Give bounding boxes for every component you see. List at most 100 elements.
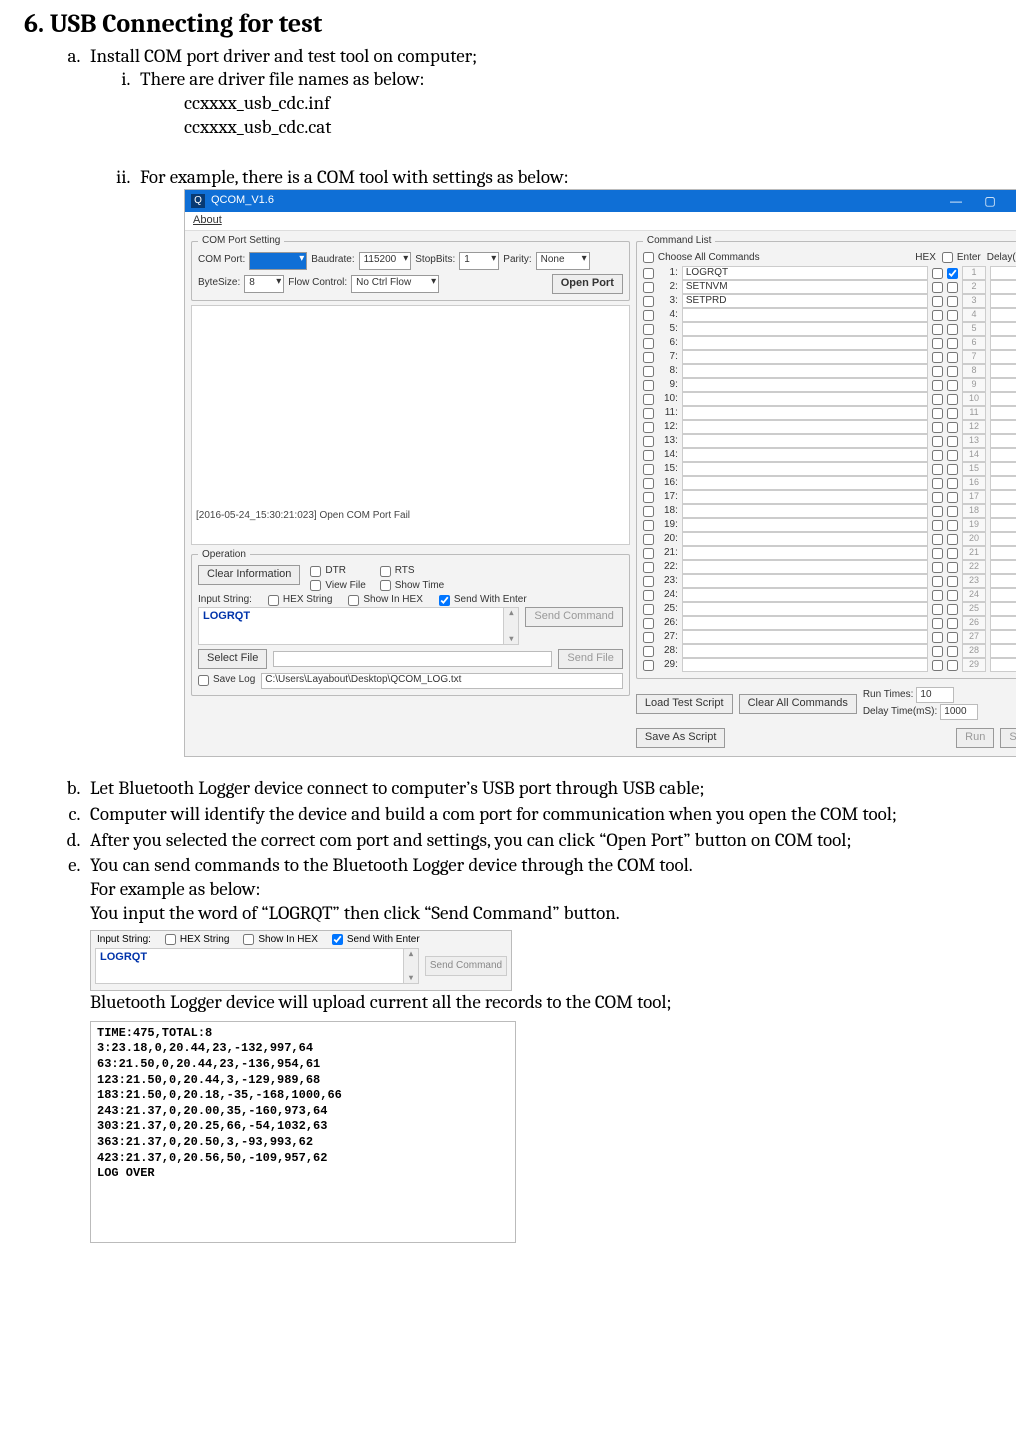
row-index-button[interactable]: 4 xyxy=(962,308,986,322)
row-index-button[interactable]: 6 xyxy=(962,336,986,350)
scrollbar[interactable]: ▴▾ xyxy=(403,949,418,983)
row-select-checkbox[interactable] xyxy=(643,548,654,559)
command-field[interactable] xyxy=(682,574,928,588)
baudrate-select[interactable]: 115200 xyxy=(359,252,412,270)
command-field[interactable] xyxy=(682,658,928,672)
delay-field[interactable] xyxy=(990,336,1016,350)
enter-checkbox[interactable] xyxy=(947,450,958,461)
command-field[interactable]: SETNVM xyxy=(682,280,928,294)
hex-checkbox[interactable] xyxy=(932,296,943,307)
row-select-checkbox[interactable] xyxy=(643,268,654,279)
row-index-button[interactable]: 14 xyxy=(962,448,986,462)
enter-checkbox[interactable] xyxy=(947,604,958,615)
command-field[interactable] xyxy=(682,378,928,392)
row-select-checkbox[interactable] xyxy=(643,450,654,461)
row-index-button[interactable]: 2 xyxy=(962,280,986,294)
row-select-checkbox[interactable] xyxy=(643,660,654,671)
command-field[interactable] xyxy=(682,532,928,546)
enter-checkbox[interactable] xyxy=(947,282,958,293)
command-field[interactable] xyxy=(682,406,928,420)
hex-checkbox[interactable] xyxy=(932,450,943,461)
row-index-button[interactable]: 28 xyxy=(962,644,986,658)
delay-field[interactable] xyxy=(990,392,1016,406)
command-field[interactable] xyxy=(682,588,928,602)
row-select-checkbox[interactable] xyxy=(643,478,654,489)
hex-checkbox[interactable] xyxy=(932,324,943,335)
row-select-checkbox[interactable] xyxy=(643,394,654,405)
row-select-checkbox[interactable] xyxy=(643,632,654,643)
hex-checkbox[interactable] xyxy=(932,604,943,615)
close-button[interactable]: ✕ xyxy=(1007,190,1016,212)
hex-checkbox[interactable] xyxy=(932,548,943,559)
delay-field[interactable] xyxy=(990,266,1016,280)
delay-field[interactable] xyxy=(990,644,1016,658)
row-index-button[interactable]: 10 xyxy=(962,392,986,406)
row-select-checkbox[interactable] xyxy=(643,352,654,363)
hex-checkbox[interactable] xyxy=(932,492,943,503)
command-field[interactable] xyxy=(682,308,928,322)
hex-checkbox[interactable] xyxy=(932,352,943,363)
hex-checkbox[interactable] xyxy=(932,562,943,573)
menu-about[interactable]: About xyxy=(193,214,222,226)
row-index-button[interactable]: 18 xyxy=(962,504,986,518)
hex-checkbox[interactable] xyxy=(932,366,943,377)
hex-checkbox[interactable] xyxy=(932,618,943,629)
choose-all-checkbox[interactable]: Choose All Commands xyxy=(643,252,760,265)
enter-checkbox[interactable] xyxy=(947,366,958,377)
showhex-checkbox[interactable]: Show In HEX xyxy=(243,934,317,947)
bytesize-select[interactable]: 8 xyxy=(244,275,284,293)
dtr-checkbox[interactable]: DTR xyxy=(310,565,365,578)
enter-checkbox[interactable] xyxy=(947,492,958,503)
row-select-checkbox[interactable] xyxy=(643,436,654,447)
hex-checkbox[interactable] xyxy=(932,464,943,475)
select-file-button[interactable]: Select File xyxy=(198,649,267,669)
clear-all-commands-button[interactable]: Clear All Commands xyxy=(739,694,857,714)
hex-checkbox[interactable] xyxy=(932,646,943,657)
row-index-button[interactable]: 11 xyxy=(962,406,986,420)
send-command-button[interactable]: Send Command xyxy=(525,607,623,627)
open-port-button[interactable]: Open Port xyxy=(552,274,623,294)
row-select-checkbox[interactable] xyxy=(643,310,654,321)
enter-checkbox[interactable] xyxy=(947,646,958,657)
enter-checkbox[interactable] xyxy=(947,548,958,559)
row-index-button[interactable]: 29 xyxy=(962,658,986,672)
viewfile-checkbox[interactable]: View File xyxy=(310,580,365,593)
delay-field[interactable] xyxy=(990,406,1016,420)
delay-field[interactable] xyxy=(990,378,1016,392)
delay-field[interactable] xyxy=(990,448,1016,462)
row-index-button[interactable]: 24 xyxy=(962,588,986,602)
row-select-checkbox[interactable] xyxy=(643,576,654,587)
row-index-button[interactable]: 20 xyxy=(962,532,986,546)
hex-checkbox[interactable] xyxy=(932,506,943,517)
command-field[interactable] xyxy=(682,392,928,406)
delay-field[interactable] xyxy=(990,602,1016,616)
delay-field[interactable] xyxy=(990,588,1016,602)
row-select-checkbox[interactable] xyxy=(643,646,654,657)
delay-field[interactable] xyxy=(990,462,1016,476)
delay-field[interactable] xyxy=(990,308,1016,322)
delay-field[interactable] xyxy=(990,490,1016,504)
scrollbar[interactable]: ▴▾ xyxy=(503,608,518,644)
delay-field[interactable] xyxy=(990,280,1016,294)
command-field[interactable] xyxy=(682,476,928,490)
enter-checkbox[interactable] xyxy=(947,394,958,405)
showhex-checkbox[interactable]: Show In HEX xyxy=(348,594,422,607)
command-field[interactable] xyxy=(682,504,928,518)
command-field[interactable] xyxy=(682,462,928,476)
row-select-checkbox[interactable] xyxy=(643,324,654,335)
enter-checkbox[interactable] xyxy=(947,660,958,671)
command-field[interactable] xyxy=(682,336,928,350)
row-select-checkbox[interactable] xyxy=(643,296,654,307)
row-index-button[interactable]: 21 xyxy=(962,546,986,560)
command-field[interactable] xyxy=(682,322,928,336)
row-index-button[interactable]: 26 xyxy=(962,616,986,630)
command-field[interactable] xyxy=(682,644,928,658)
command-field[interactable] xyxy=(682,490,928,504)
row-select-checkbox[interactable] xyxy=(643,282,654,293)
save-as-script-button[interactable]: Save As Script xyxy=(636,728,726,748)
command-field[interactable] xyxy=(682,518,928,532)
hex-checkbox[interactable] xyxy=(932,520,943,531)
enter-checkbox[interactable] xyxy=(947,576,958,587)
enter-header-checkbox[interactable]: Enter xyxy=(942,252,981,265)
input-string-field[interactable]: LOGRQT ▴▾ xyxy=(198,607,519,645)
